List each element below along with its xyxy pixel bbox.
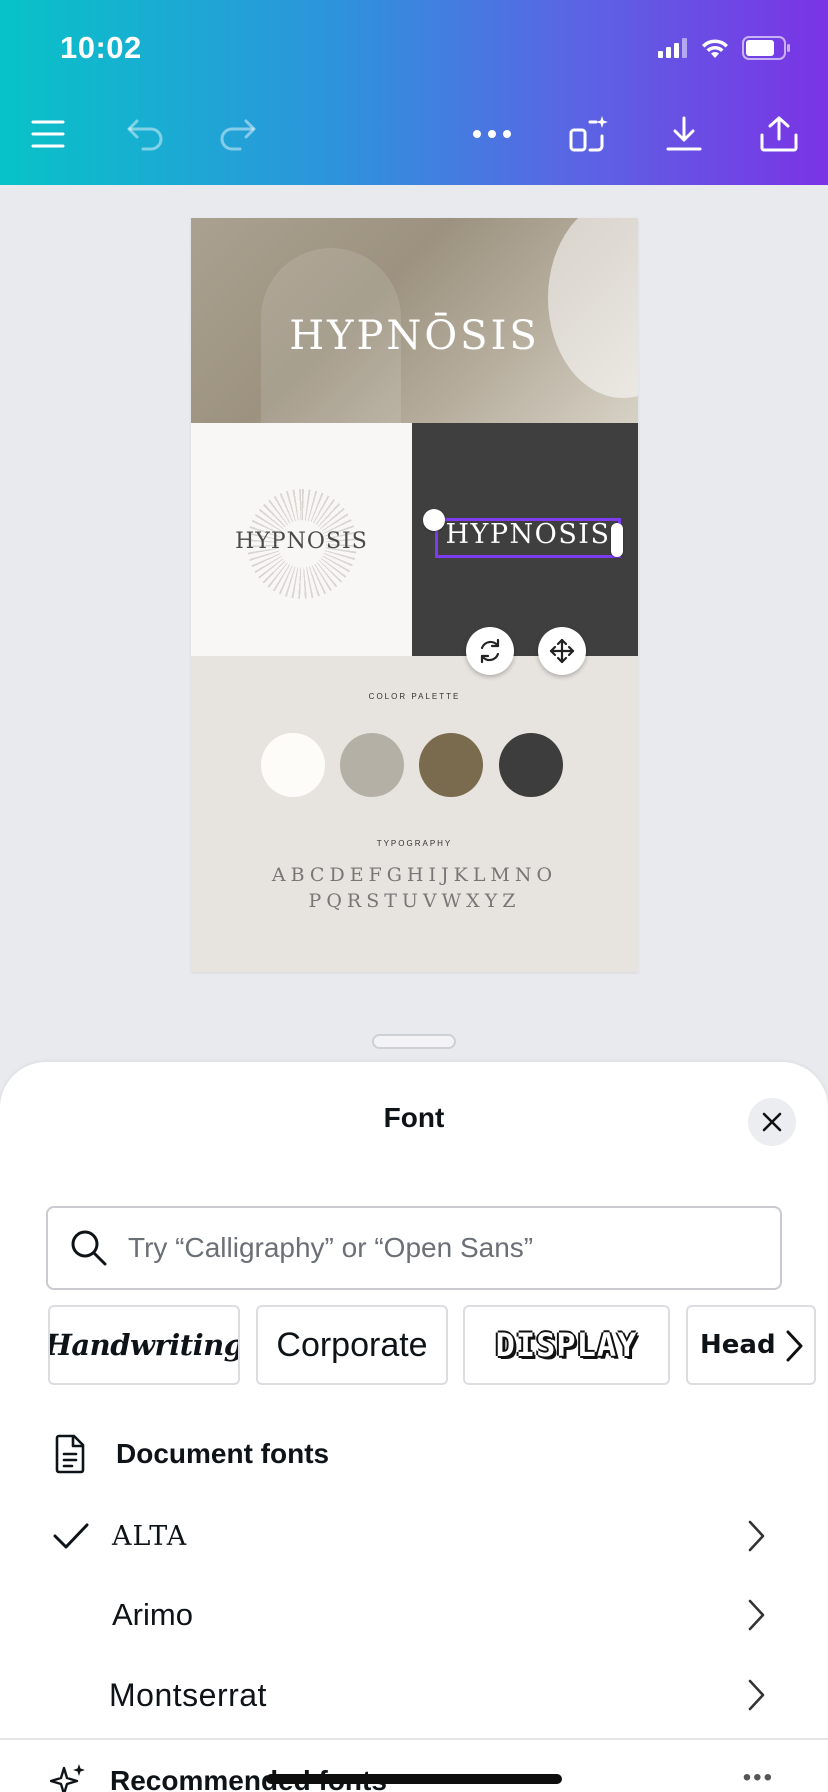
battery-icon <box>742 36 790 60</box>
hero-title[interactable]: HYPNŌSIS <box>191 313 638 359</box>
font-panel: Font Handwriting Corporate DISPLAY Head … <box>0 1062 828 1792</box>
swatch-1[interactable] <box>261 733 325 797</box>
panel-title: Font <box>383 1102 445 1133</box>
chip-label: Handwriting <box>48 1328 240 1362</box>
swatch-4[interactable] <box>499 733 563 797</box>
hero-circle-shape <box>548 218 638 398</box>
more-icon[interactable] <box>470 112 514 156</box>
more-options-icon[interactable]: ••• <box>743 1764 774 1792</box>
redo-icon[interactable] <box>216 112 260 156</box>
chip-display[interactable]: DISPLAY <box>463 1305 670 1385</box>
alphabet-line-1[interactable]: ABCDEFGHIJKLMNO <box>191 864 638 886</box>
chip-label: Corporate <box>276 1325 428 1364</box>
chip-label: DISPLAY <box>495 1326 638 1364</box>
selection-box <box>435 518 621 558</box>
palette-label[interactable]: COLOR PALETTE <box>191 692 638 701</box>
font-row-arimo[interactable]: Arimo <box>0 1580 828 1650</box>
status-time: 10:02 <box>60 30 142 65</box>
page-drag-handle[interactable] <box>372 1034 456 1049</box>
font-row-alta[interactable]: ALTA <box>0 1501 828 1571</box>
font-name: ALTA <box>112 1520 188 1552</box>
font-category-chips: Handwriting Corporate DISPLAY Head <box>48 1305 828 1387</box>
alphabet-line-2[interactable]: PQRSTUVWXYZ <box>191 890 638 912</box>
design-canvas[interactable]: HYPNŌSIS HYPNOSIS HYPNŌSIS COLOR PALETTE… <box>191 218 638 972</box>
logo-tile-light[interactable]: HYPNOSIS <box>191 423 412 656</box>
chip-corporate[interactable]: Corporate <box>256 1305 448 1385</box>
chevron-right-icon[interactable] <box>746 1598 766 1632</box>
font-search-input[interactable] <box>128 1232 728 1264</box>
resize-handle-right[interactable] <box>611 523 623 557</box>
move-icon <box>549 638 575 664</box>
rotate-icon <box>480 638 500 664</box>
home-indicator <box>266 1774 562 1784</box>
font-row-montserrat[interactable]: Montserrat <box>0 1660 828 1730</box>
logo-text-light[interactable]: HYPNOSIS <box>191 529 412 554</box>
checkmark-icon <box>53 1523 89 1549</box>
document-icon <box>55 1434 85 1474</box>
close-button[interactable] <box>748 1098 796 1146</box>
chevron-right-icon[interactable] <box>746 1678 766 1712</box>
typography-label[interactable]: TYPOGRAPHY <box>191 839 638 848</box>
move-button[interactable] <box>538 627 586 675</box>
document-fonts-header: Document fonts <box>54 1434 329 1474</box>
menu-icon[interactable] <box>26 112 70 156</box>
chevron-right-icon[interactable] <box>784 1329 804 1363</box>
sparkle-icon <box>50 1764 85 1792</box>
hero-image[interactable]: HYPNŌSIS <box>191 218 638 423</box>
chip-heading[interactable]: Head <box>686 1305 816 1385</box>
undo-icon[interactable] <box>123 112 167 156</box>
chip-handwriting[interactable]: Handwriting <box>48 1305 240 1385</box>
resize-handle-left[interactable] <box>423 509 445 531</box>
close-icon <box>762 1112 782 1132</box>
status-icons <box>658 36 792 60</box>
top-toolbar: 10:02 <box>0 0 828 185</box>
document-fonts-heading: Document fonts <box>116 1438 330 1469</box>
signal-icon <box>658 38 687 58</box>
font-search-box[interactable] <box>46 1206 782 1290</box>
swatch-2[interactable] <box>340 733 404 797</box>
wifi-icon <box>702 39 728 58</box>
swatch-3[interactable] <box>419 733 483 797</box>
share-icon[interactable] <box>757 112 801 156</box>
font-name: Montserrat <box>109 1676 267 1713</box>
divider <box>0 1738 828 1740</box>
chip-label: Head <box>700 1330 776 1360</box>
rotate-button[interactable] <box>466 627 514 675</box>
search-icon <box>71 1230 107 1266</box>
chevron-right-icon[interactable] <box>746 1519 766 1553</box>
magic-resize-icon[interactable] <box>566 112 610 156</box>
font-name: Arimo <box>112 1597 193 1632</box>
download-icon[interactable] <box>662 112 706 156</box>
